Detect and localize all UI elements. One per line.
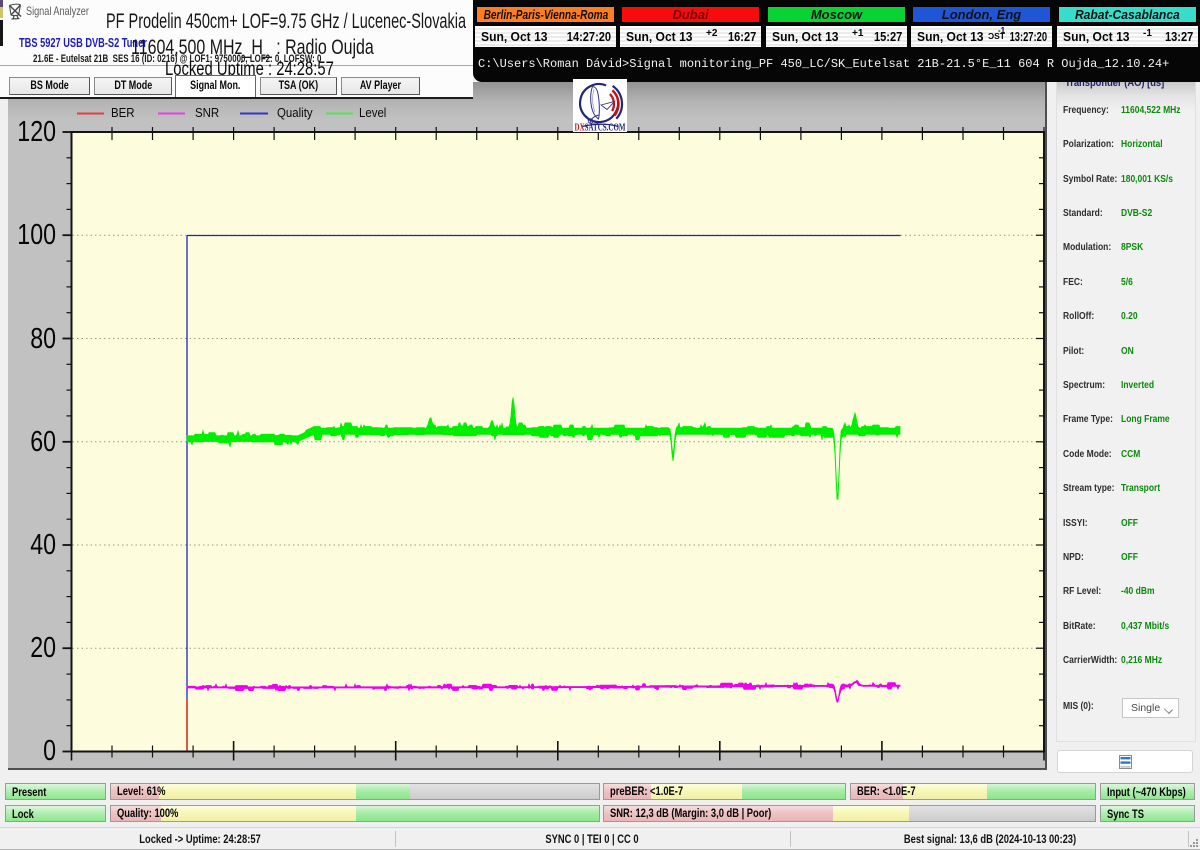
svg-text:DXSATCS.COM: DXSATCS.COM: [575, 122, 626, 133]
